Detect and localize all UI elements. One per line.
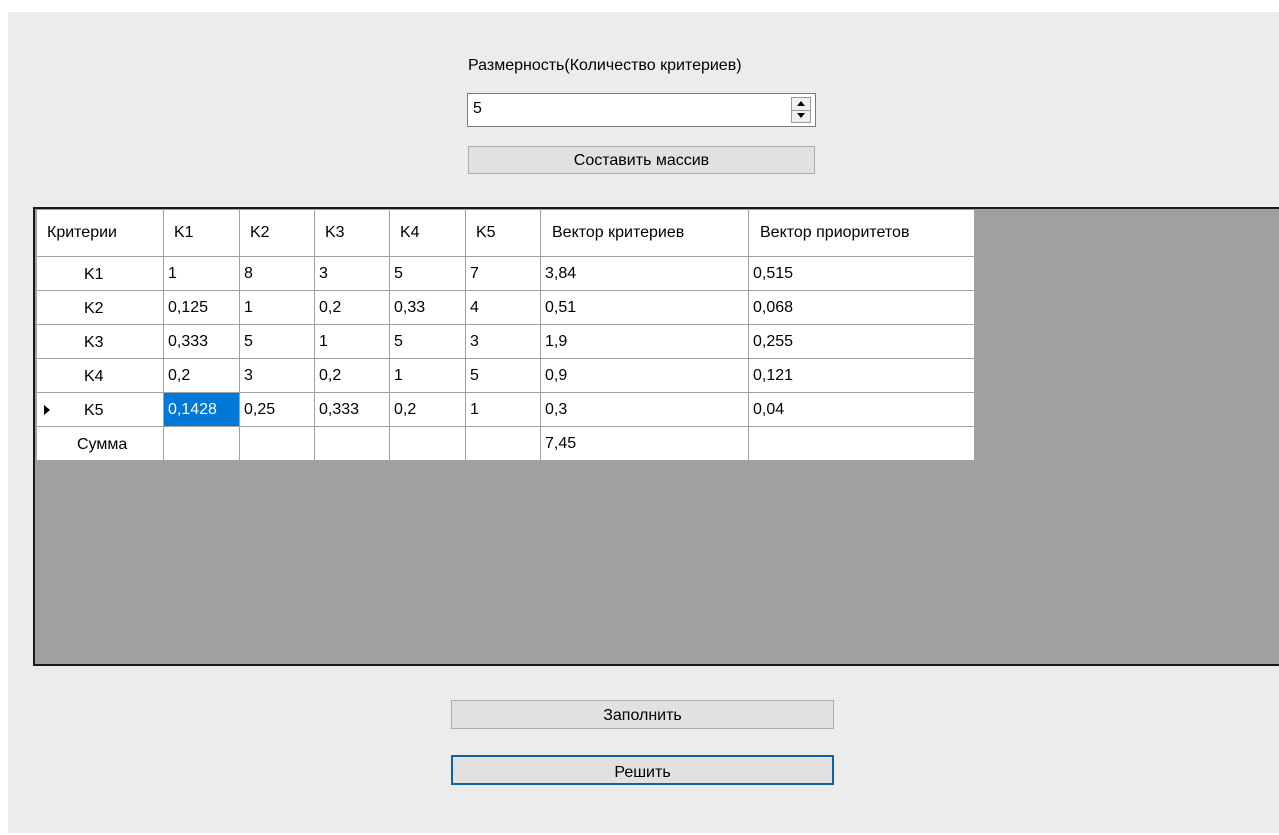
table-cell[interactable]: 0,2	[314, 290, 390, 325]
row-header-label: K4	[84, 368, 104, 385]
table-cell[interactable]	[239, 426, 315, 461]
row-header[interactable]: K1	[36, 256, 164, 291]
table-row[interactable]: Сумма 7,45	[36, 426, 975, 461]
table-cell[interactable]	[163, 426, 240, 461]
current-row-arrow-icon	[44, 405, 50, 415]
column-header-row: Критерии K1 K2 K3 K4 K5 Вектор критериев…	[36, 209, 975, 257]
column-header[interactable]: Вектор критериев	[540, 209, 749, 257]
table-cell[interactable]: 3	[314, 256, 390, 291]
table-cell[interactable]: 0,333	[314, 392, 390, 427]
column-header[interactable]: Критерии	[36, 209, 164, 257]
table-cell[interactable]: 0,255	[748, 324, 975, 359]
table-cell[interactable]: 0,1428	[163, 392, 240, 427]
table-cell[interactable]: 0,51	[540, 290, 749, 325]
table-cell[interactable]: 0,125	[163, 290, 240, 325]
column-header[interactable]: K4	[389, 209, 466, 257]
table-cell[interactable]: 7	[465, 256, 541, 291]
table-row[interactable]: K1 1 8 3 5 7 3,84 0,515	[36, 256, 975, 291]
table-cell[interactable]	[389, 426, 466, 461]
row-header[interactable]: K4	[36, 358, 164, 393]
table-row[interactable]: K3 0,333 5 1 5 3 1,9 0,255	[36, 324, 975, 359]
row-header-label: K3	[84, 334, 104, 351]
column-header[interactable]: Вектор приоритетов	[748, 209, 975, 257]
row-header-label: K5	[84, 402, 104, 419]
table-cell[interactable]: 0,121	[748, 358, 975, 393]
table-cell[interactable]: 0,9	[540, 358, 749, 393]
column-header[interactable]: K3	[314, 209, 390, 257]
spin-down-arrow-icon[interactable]	[792, 110, 810, 122]
solve-button[interactable]: Решить	[451, 755, 834, 785]
table-cell[interactable]: 0,2	[389, 392, 466, 427]
column-header[interactable]: K1	[163, 209, 240, 257]
table-cell[interactable]: 0,3	[540, 392, 749, 427]
table-cell[interactable]: 8	[239, 256, 315, 291]
criteria-data-grid[interactable]: Критерии K1 K2 K3 K4 K5 Вектор критериев…	[33, 207, 1279, 666]
table-cell[interactable]: 5	[389, 256, 466, 291]
table-row[interactable]: K4 0,2 3 0,2 1 5 0,9 0,121	[36, 358, 975, 393]
table-cell[interactable]: 0,068	[748, 290, 975, 325]
row-header[interactable]: K5	[36, 392, 164, 427]
table-cell[interactable]: 5	[465, 358, 541, 393]
criteria-table: Критерии K1 K2 K3 K4 K5 Вектор критериев…	[36, 209, 975, 461]
row-header-label: K1	[84, 266, 104, 283]
dimension-value[interactable]: 5	[473, 100, 482, 118]
table-cell[interactable]: 5	[239, 324, 315, 359]
table-cell[interactable]	[465, 426, 541, 461]
table-cell[interactable]: 1	[239, 290, 315, 325]
table-cell[interactable]: 0,2	[163, 358, 240, 393]
table-cell[interactable]	[314, 426, 390, 461]
row-header[interactable]: K3	[36, 324, 164, 359]
table-cell[interactable]: 0,515	[748, 256, 975, 291]
table-row[interactable]: K2 0,125 1 0,2 0,33 4 0,51 0,068	[36, 290, 975, 325]
table-cell[interactable]: 0,04	[748, 392, 975, 427]
fill-button[interactable]: Заполнить	[451, 700, 834, 729]
table-cell[interactable]: 1	[163, 256, 240, 291]
table-cell[interactable]: 0,2	[314, 358, 390, 393]
table-cell[interactable]: 0,25	[239, 392, 315, 427]
table-cell[interactable]: 3	[465, 324, 541, 359]
row-header[interactable]: Сумма	[36, 426, 164, 461]
table-cell[interactable]: 0,333	[163, 324, 240, 359]
table-cell[interactable]: 1,9	[540, 324, 749, 359]
table-cell[interactable]: 1	[465, 392, 541, 427]
table-cell[interactable]: 1	[389, 358, 466, 393]
row-header[interactable]: K2	[36, 290, 164, 325]
build-array-button[interactable]: Составить массив	[468, 146, 815, 174]
table-cell[interactable]: 3,84	[540, 256, 749, 291]
table-cell[interactable]: 0,33	[389, 290, 466, 325]
table-cell[interactable]: 5	[389, 324, 466, 359]
table-cell[interactable]: 4	[465, 290, 541, 325]
table-cell[interactable]: 3	[239, 358, 315, 393]
row-header-label: Сумма	[77, 436, 128, 453]
spin-buttons[interactable]	[791, 97, 811, 123]
table-cell[interactable]	[748, 426, 975, 461]
dimension-label: Размерность(Количество критериев)	[468, 57, 742, 74]
dimension-numeric-input[interactable]: 5	[467, 93, 816, 127]
column-header[interactable]: K5	[465, 209, 541, 257]
table-cell[interactable]: 7,45	[540, 426, 749, 461]
table-cell[interactable]: 1	[314, 324, 390, 359]
column-header[interactable]: K2	[239, 209, 315, 257]
table-row[interactable]: K5 0,1428 0,25 0,333 0,2 1 0,3 0,04	[36, 392, 975, 427]
row-header-label: K2	[84, 300, 104, 317]
